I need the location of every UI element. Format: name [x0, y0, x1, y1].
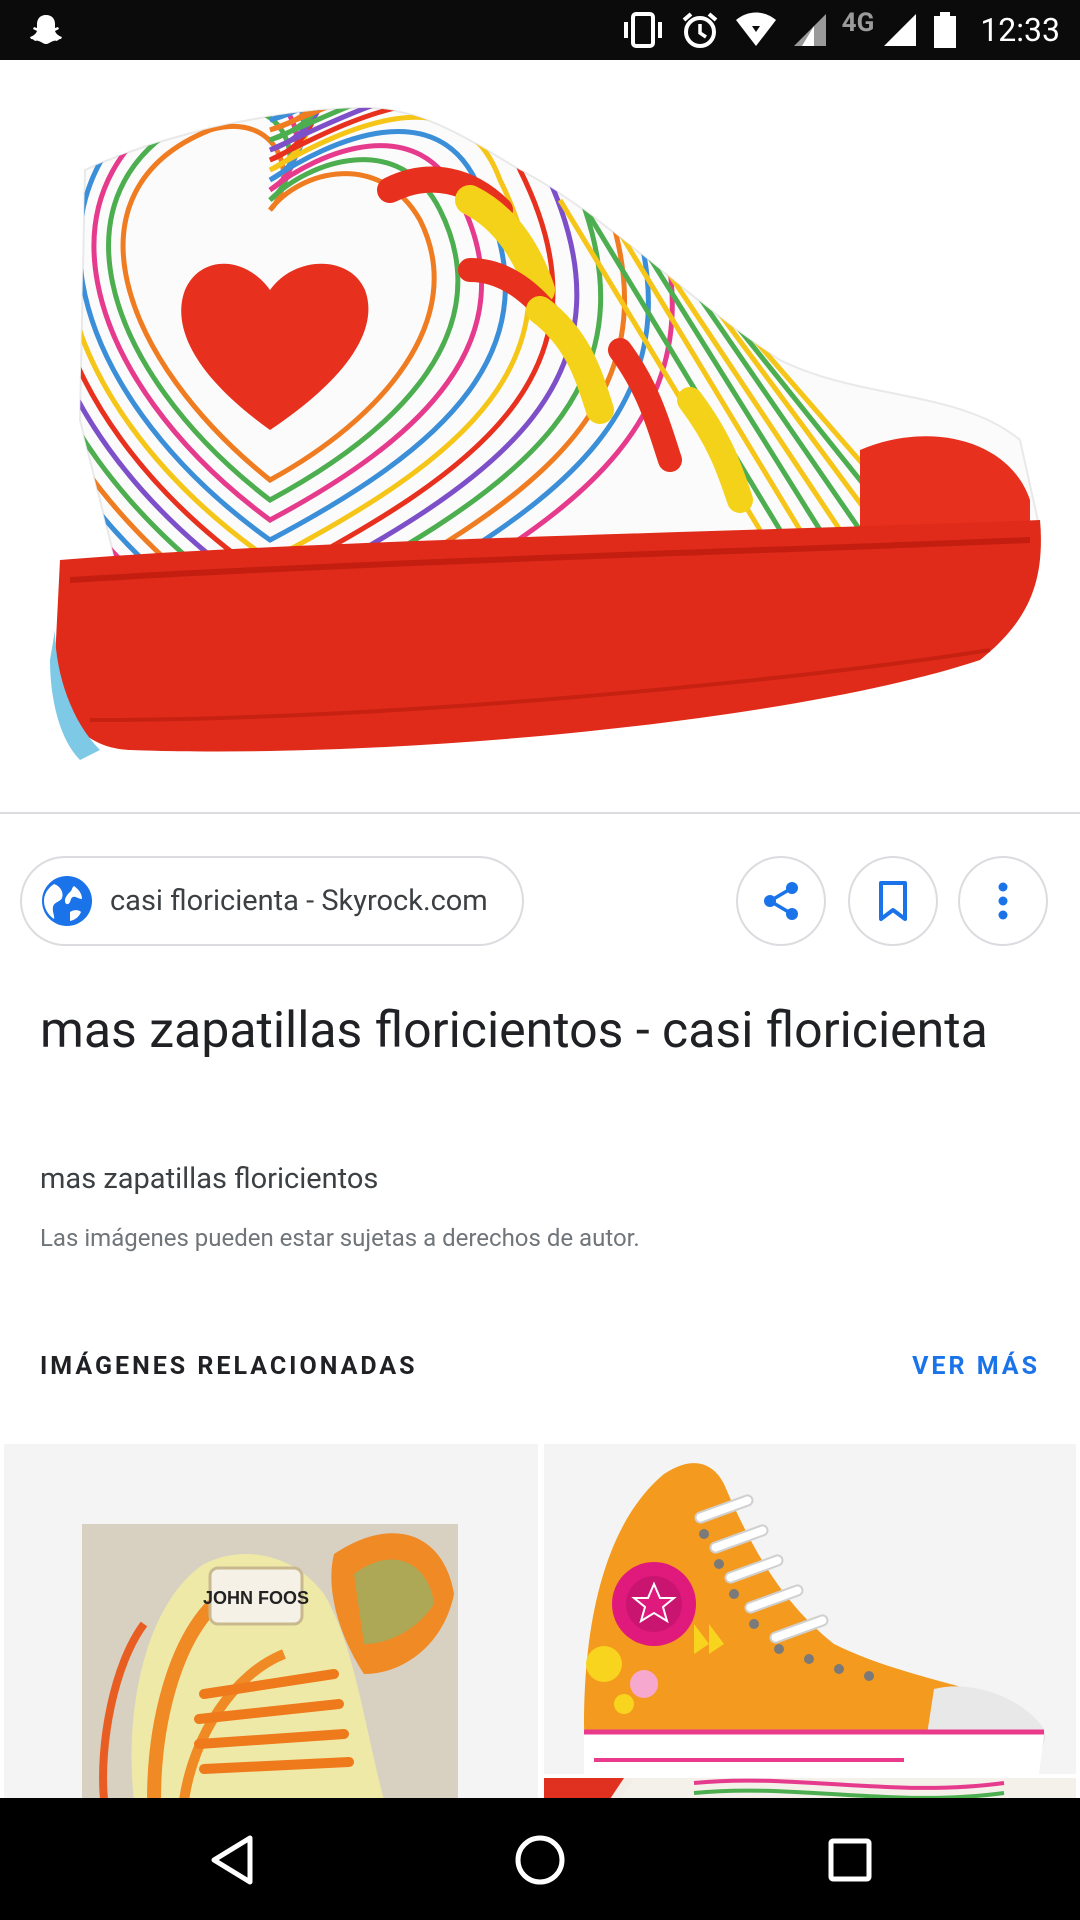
- recents-icon: [828, 1838, 872, 1882]
- cell-signal-icon: [793, 14, 826, 46]
- back-button[interactable]: [200, 1828, 264, 1892]
- related-images-header: IMÁGENES RELACIONADAS: [40, 1352, 418, 1381]
- alarm-icon: [682, 12, 717, 48]
- orange-converse-image: [584, 1463, 1046, 1774]
- clock: 12:33: [980, 11, 1060, 49]
- share-icon: [764, 882, 798, 920]
- recents-button[interactable]: [818, 1828, 882, 1892]
- wifi-icon: [735, 12, 776, 46]
- more-options-button[interactable]: [958, 856, 1048, 946]
- hero-image[interactable]: [0, 60, 1080, 812]
- snapchat-icon: [30, 15, 62, 44]
- network-type-label: 4G: [841, 8, 875, 38]
- john-foos-sneaker-image: JOHN FOOS: [82, 1524, 458, 1800]
- related-image-1[interactable]: JOHN FOOS: [4, 1444, 538, 1800]
- back-icon: [211, 1835, 253, 1885]
- globe-icon: [42, 876, 92, 926]
- more-vert-icon: [998, 882, 1008, 920]
- brand-label: JOHN FOOS: [203, 1588, 309, 1608]
- copyright-notice: Las imágenes pueden estar sujetas a dere…: [40, 1224, 640, 1252]
- battery-icon: [934, 12, 957, 48]
- see-more-link[interactable]: VER MÁS: [912, 1352, 1040, 1381]
- share-button[interactable]: [736, 856, 826, 946]
- bookmark-button[interactable]: [848, 856, 938, 946]
- cell-signal-icon: [884, 14, 917, 46]
- status-bar: 4G 12:33: [0, 0, 1080, 60]
- vibrate-icon: [623, 12, 662, 48]
- sneaker-image: [50, 106, 1042, 760]
- navigation-bar: [0, 1798, 1080, 1920]
- result-title[interactable]: mas zapatillas floricientos - casi flori…: [40, 990, 1040, 1072]
- home-button[interactable]: [508, 1828, 572, 1892]
- home-icon: [515, 1835, 565, 1885]
- result-subtitle: mas zapatillas floricientos: [40, 1162, 379, 1196]
- source-label[interactable]: casi floricienta - Skyrock.com: [110, 884, 488, 918]
- divider: [0, 812, 1080, 814]
- bookmark-icon: [879, 881, 907, 921]
- source-chip[interactable]: casi floricienta - Skyrock.com: [20, 856, 524, 946]
- related-image-2[interactable]: [544, 1444, 1076, 1774]
